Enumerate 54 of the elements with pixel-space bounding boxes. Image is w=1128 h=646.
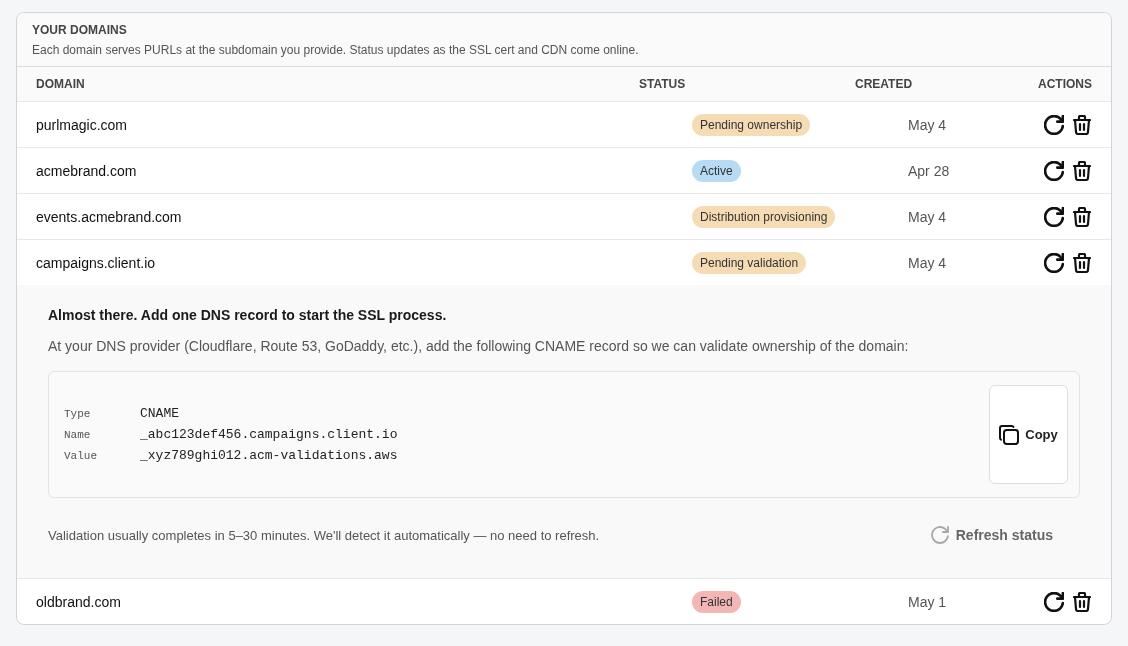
refresh-icon <box>1044 252 1064 273</box>
status-badge: Failed <box>692 590 741 613</box>
status-badge: Active <box>692 159 741 182</box>
trash-icon <box>1073 252 1091 273</box>
panel-heading: Almost there. Add one DNS record to start the SSL process. <box>48 306 448 325</box>
column-header: CREATED <box>855 77 913 91</box>
record-label: Value <box>64 448 98 464</box>
refresh-icon <box>1044 206 1064 227</box>
domain-name: purlmagic.com <box>36 116 128 133</box>
created-date: May 4 <box>908 208 947 225</box>
column-header: ACTIONS <box>1038 77 1092 91</box>
panel-instructions: At your DNS provider (Cloudflare, Route 53, GoDaddy, etc.), add the following CNAME record so we can validate ownership of the domain: <box>48 337 910 356</box>
status-badge: Pending ownership <box>692 113 811 136</box>
record-label: Name <box>64 427 92 443</box>
record-label: Type <box>64 406 92 422</box>
domain-name: acmebrand.com <box>36 162 137 179</box>
domain-name: campaigns.client.io <box>36 254 156 271</box>
domain-name: events.acmebrand.com <box>36 208 182 225</box>
trash-icon <box>1073 160 1091 181</box>
delete-button[interactable] <box>1071 250 1093 275</box>
copy-button[interactable]: Copy <box>989 385 1068 484</box>
refresh-button[interactable] <box>1042 204 1066 229</box>
delete-button[interactable] <box>1071 589 1093 614</box>
refresh-button[interactable] <box>1042 250 1066 275</box>
column-header: DOMAIN <box>36 77 85 91</box>
status-badge: Pending validation <box>692 251 807 274</box>
delete-button[interactable] <box>1071 204 1093 229</box>
refresh-button[interactable] <box>1042 158 1066 183</box>
trash-icon <box>1073 591 1091 612</box>
section-title: YOUR DOMAINS <box>32 22 128 38</box>
delete-button[interactable] <box>1071 158 1093 183</box>
refresh-icon <box>1044 591 1064 612</box>
refresh-icon <box>1044 114 1064 135</box>
column-header: STATUS <box>639 77 686 91</box>
created-date: May 4 <box>908 254 947 271</box>
section-description: Each domain serves PURLs at the subdomain you provide. Status updates as the SSL cert and CDN come online. <box>32 42 640 58</box>
refresh-icon <box>930 526 949 544</box>
refresh-icon <box>1044 160 1064 181</box>
created-date: Apr 28 <box>908 162 950 179</box>
trash-icon <box>1073 114 1091 135</box>
copy-icon <box>999 424 1020 445</box>
domain-name: oldbrand.com <box>36 593 121 610</box>
trash-icon <box>1073 206 1091 227</box>
record-value: _abc123def456.campaigns.client.io <box>140 426 398 443</box>
delete-button[interactable] <box>1071 112 1093 137</box>
created-date: May 1 <box>908 593 947 610</box>
refresh-button[interactable] <box>1042 112 1066 137</box>
record-value: CNAME <box>140 405 179 422</box>
refresh-button[interactable] <box>1042 589 1066 614</box>
record-value: _xyz789ghi012.acm-validations.aws <box>140 447 398 464</box>
validation-note: Validation usually completes in 5–30 minutes. We'll detect it automatically — no need to refresh. <box>48 527 600 543</box>
refresh-status-button[interactable]: Refresh status <box>930 520 1053 550</box>
created-date: May 4 <box>908 116 947 133</box>
status-badge: Distribution provisioning <box>692 205 836 228</box>
